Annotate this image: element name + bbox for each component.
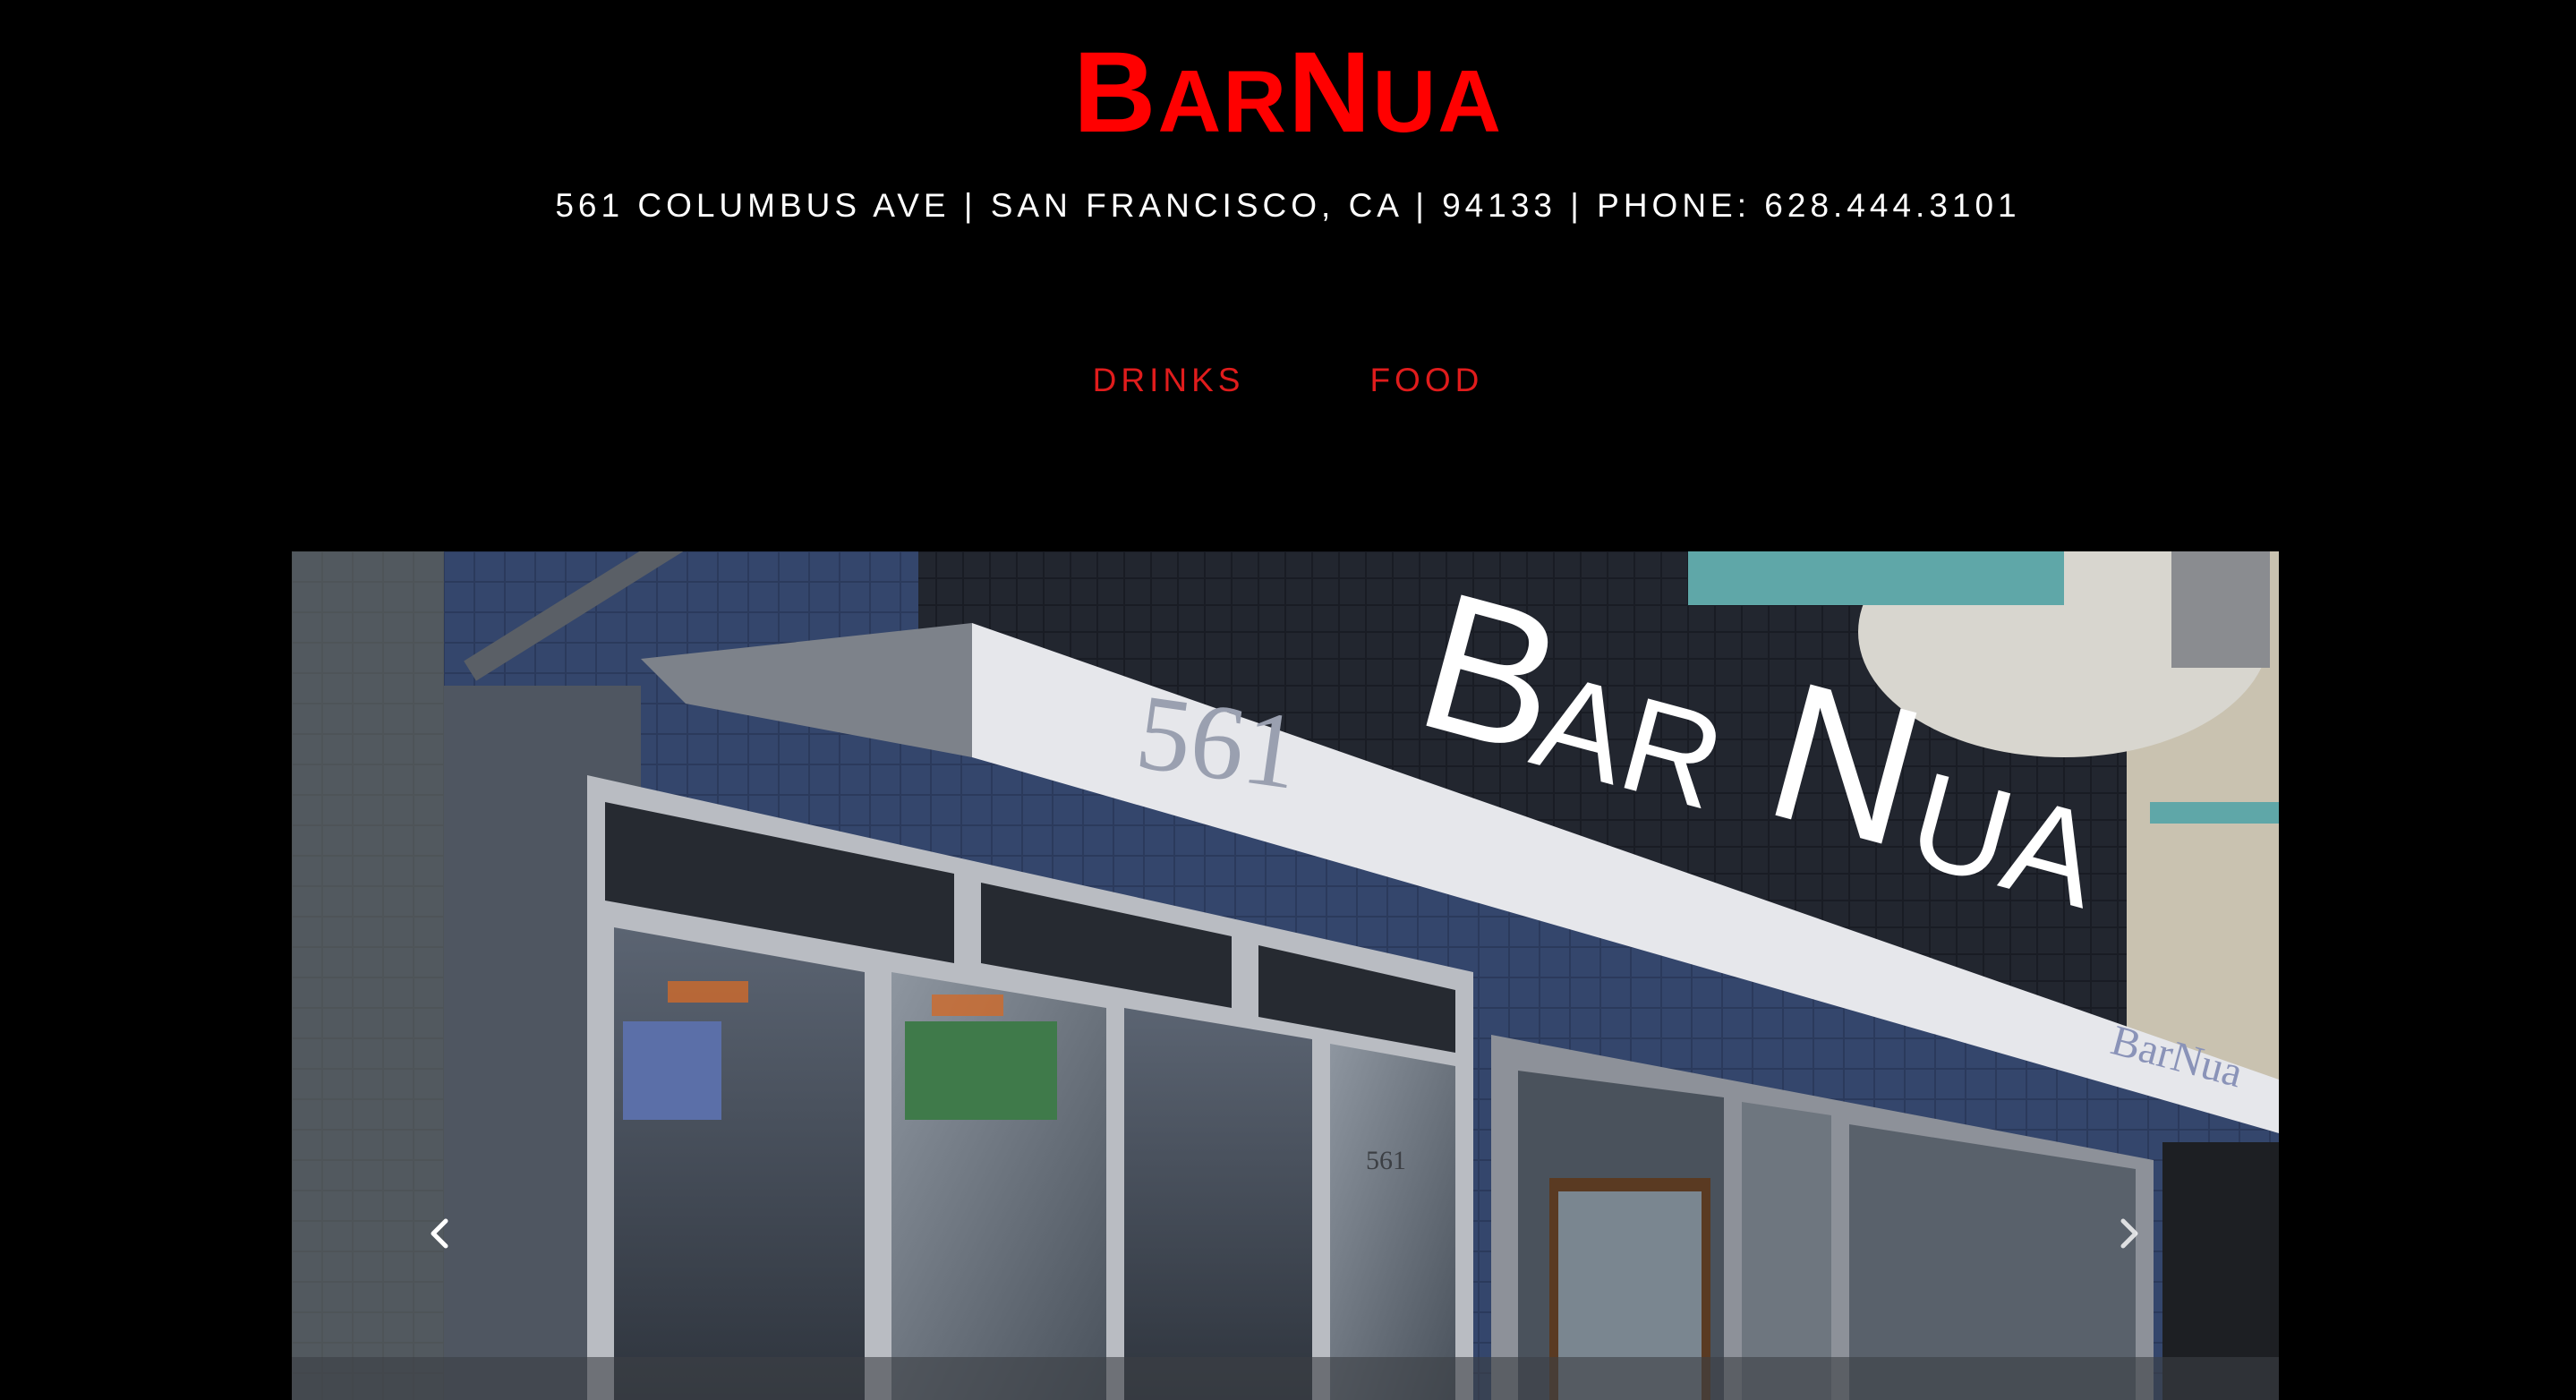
entry-glass [1742,1102,1831,1400]
logo-letter: B [1073,29,1158,157]
site-logo[interactable]: BARNUA [0,36,2576,158]
sign-number: 561 [1130,671,1306,812]
left-wall [292,551,444,1400]
page: BARNUA 561 COLUMBUS AVE | SAN FRANCISCO,… [0,0,2576,1400]
door-pane [1124,1008,1312,1400]
slideshow-prev-button[interactable] [414,1207,467,1260]
storefront-slideshow[interactable]: 561 B AR N UA BarNua 561 [292,551,2279,1400]
storefront-photo: 561 B AR N UA BarNua 561 [292,551,2279,1400]
chevron-right-icon [2120,1218,2138,1249]
logo-letters: AR [1157,52,1288,150]
upper-window [2171,551,2270,668]
scoreboard-light [668,981,748,1003]
sidewalk [292,1357,2279,1400]
scoreboard-light [932,995,1003,1016]
nav-link-food[interactable]: FOOD [1369,358,1483,403]
balcony-trim [1688,551,2064,605]
tv-screen [905,1021,1057,1120]
slideshow-next-button[interactable] [2102,1207,2155,1260]
facade-trim [2150,802,2279,824]
door-number: 561 [1366,1146,1406,1175]
tv-screen [623,1021,721,1120]
site-address: 561 COLUMBUS AVE | SAN FRANCISCO, CA | 9… [555,187,2021,224]
nav-link-drinks[interactable]: DRINKS [1093,358,1245,403]
logo-letters: UA [1372,52,1503,150]
chevron-left-icon [431,1218,448,1249]
main-nav: DRINKS FOOD [0,358,2576,403]
logo-letter: N [1288,29,1373,157]
door-pane [1330,1044,1455,1400]
